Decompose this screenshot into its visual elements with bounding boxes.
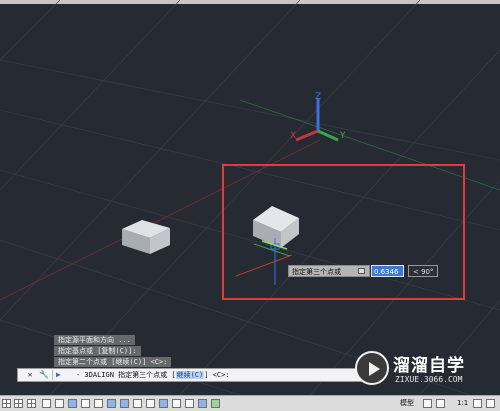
lineweight-icon[interactable] xyxy=(172,399,181,408)
command-suffix: ] <C>: xyxy=(204,371,230,379)
cube-right xyxy=(253,206,299,248)
toolbar-divider xyxy=(52,370,53,380)
isometric-drafting-icon[interactable] xyxy=(81,399,90,408)
command-prompt-icon[interactable]: ▶ xyxy=(56,370,70,380)
ucs-x-label: X xyxy=(290,131,296,141)
status-bar: 模型 1:1 xyxy=(0,395,500,411)
watermark: 溜溜自学 ZIXUE.3066.COM xyxy=(355,345,473,397)
object-snap-icon[interactable] xyxy=(107,399,116,408)
watermark-title: 溜溜自学 xyxy=(393,356,465,376)
grid-display-icon[interactable] xyxy=(27,399,36,408)
dynamic-input-value-field[interactable]: 0.6346 xyxy=(371,265,404,277)
command-line[interactable]: ✕ 🔧 ▶ - 3DALIGN 指定第三个点或 [继续(C)] <C>: xyxy=(17,368,370,382)
dynamic-input-prompt-text: 指定第三个点或 xyxy=(292,268,341,276)
dynamic-input-angle-field[interactable]: < 90° xyxy=(408,265,438,277)
polar-tracking-icon[interactable] xyxy=(68,399,77,408)
model-space-icon[interactable] xyxy=(2,399,11,408)
drawing-viewport[interactable]: Z X Y 指定第三个点或 0.6346 < 90° 指定源平面和方向 ... xyxy=(0,0,500,395)
transparency-icon[interactable] xyxy=(185,399,194,408)
watermark-subtitle: ZIXUE.3066.COM xyxy=(395,375,463,384)
dynamic-input-prompt: 指定第三个点或 xyxy=(288,265,370,277)
layout-icon[interactable] xyxy=(423,399,432,408)
command-prefix: - 3DALIGN 指定第三个点或 [ xyxy=(76,371,176,379)
cube-left xyxy=(122,220,170,254)
object-snap-tracking-icon[interactable] xyxy=(94,399,103,408)
crosshair-icon[interactable] xyxy=(146,399,155,408)
viewport-scale-icon[interactable] xyxy=(436,399,445,408)
annotation-scale[interactable]: 1:1 xyxy=(457,398,468,409)
command-history-line: 指定基点或 [复制(C)]: xyxy=(54,346,141,356)
lock-icon[interactable] xyxy=(358,268,365,274)
ortho-mode-icon[interactable] xyxy=(55,399,64,408)
ucs-y-label: Y xyxy=(339,131,346,141)
settings-gear-icon[interactable] xyxy=(486,399,495,408)
dynamic-ucs-icon[interactable] xyxy=(133,399,142,408)
command-history-line: 指定源平面和方向 ... xyxy=(54,335,135,345)
selection-cycling-icon[interactable] xyxy=(198,399,207,408)
green-axis-line xyxy=(239,99,500,191)
dynamic-input-icon[interactable] xyxy=(159,399,168,408)
grid-icon[interactable] xyxy=(14,399,23,408)
command-option-continue[interactable]: 继续(C) xyxy=(175,371,205,379)
annotation-monitor-icon[interactable] xyxy=(211,399,220,408)
wrench-icon[interactable]: 🔧 xyxy=(38,370,50,380)
command-line-text[interactable]: - 3DALIGN 指定第三个点或 [继续(C)] <C>: xyxy=(76,369,230,381)
model-tab[interactable]: 模型 xyxy=(400,398,414,409)
play-logo-icon xyxy=(355,351,389,385)
ucs-z-label: Z xyxy=(315,92,321,102)
workspace-icon[interactable] xyxy=(473,399,482,408)
snap-mode-icon[interactable] xyxy=(42,399,51,408)
close-icon[interactable]: ✕ xyxy=(24,370,36,380)
command-history-line: 指定第二个点或 [继续(C)] <C>: xyxy=(54,357,172,367)
3d-object-snap-icon[interactable] xyxy=(120,399,129,408)
